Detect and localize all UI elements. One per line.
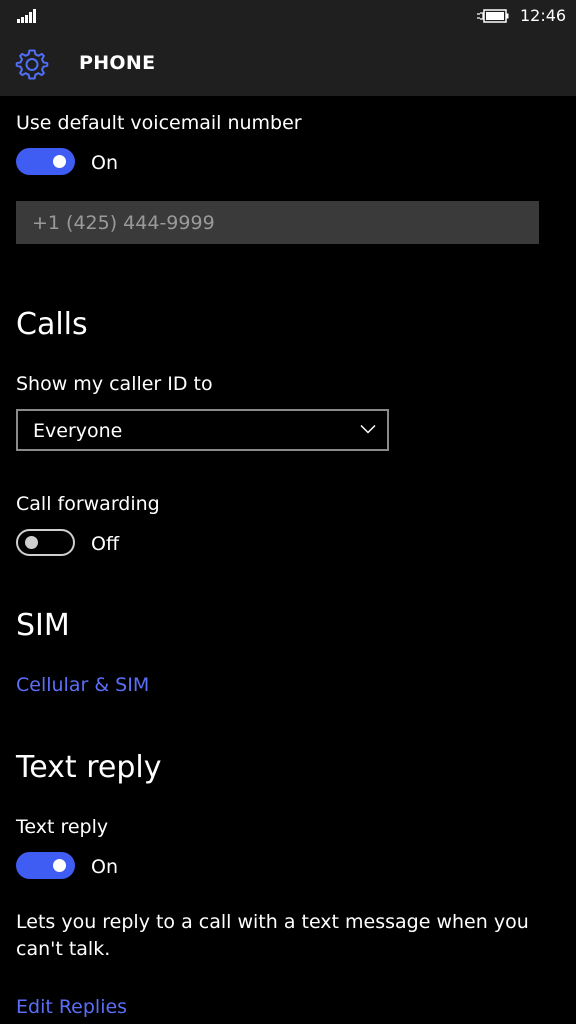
toggle-knob bbox=[53, 155, 66, 168]
call-forwarding-toggle-state: Off bbox=[91, 533, 120, 555]
calls-section-title: Calls bbox=[16, 307, 88, 342]
text-reply-toggle[interactable] bbox=[16, 852, 75, 879]
text-reply-toggle-state: On bbox=[91, 856, 118, 878]
caller-id-dropdown[interactable]: Everyone bbox=[16, 409, 389, 451]
caller-id-label: Show my caller ID to bbox=[16, 373, 213, 395]
status-clock: 12:46 bbox=[520, 6, 567, 25]
text-reply-description: Lets you reply to a call with a text mes… bbox=[16, 911, 529, 960]
phone-settings-screen: 12:46 PHONE Use default voicemail number… bbox=[0, 0, 576, 1024]
cellular-sim-link[interactable]: Cellular & SIM bbox=[16, 674, 149, 696]
toggle-knob bbox=[25, 536, 38, 549]
chevron-down-icon bbox=[360, 424, 376, 434]
voicemail-number-input[interactable] bbox=[16, 201, 539, 244]
status-bar: 12:46 bbox=[0, 0, 576, 32]
gear-icon bbox=[15, 49, 49, 80]
caller-id-selected-value: Everyone bbox=[33, 420, 123, 442]
voicemail-toggle[interactable] bbox=[16, 148, 75, 175]
voicemail-label: Use default voicemail number bbox=[16, 112, 302, 134]
edit-replies-link[interactable]: Edit Replies bbox=[16, 996, 127, 1018]
battery-charging-icon bbox=[477, 9, 509, 23]
text-reply-label: Text reply bbox=[16, 816, 109, 838]
sim-section-title: SIM bbox=[16, 608, 70, 643]
page-title: PHONE bbox=[79, 52, 156, 74]
signal-strength-icon bbox=[17, 9, 39, 23]
call-forwarding-toggle[interactable] bbox=[16, 529, 75, 556]
text-reply-section-title: Text reply bbox=[16, 750, 162, 785]
call-forwarding-label: Call forwarding bbox=[16, 493, 160, 515]
voicemail-toggle-state: On bbox=[91, 152, 118, 174]
toggle-knob bbox=[53, 859, 66, 872]
page-header: PHONE bbox=[0, 32, 576, 96]
